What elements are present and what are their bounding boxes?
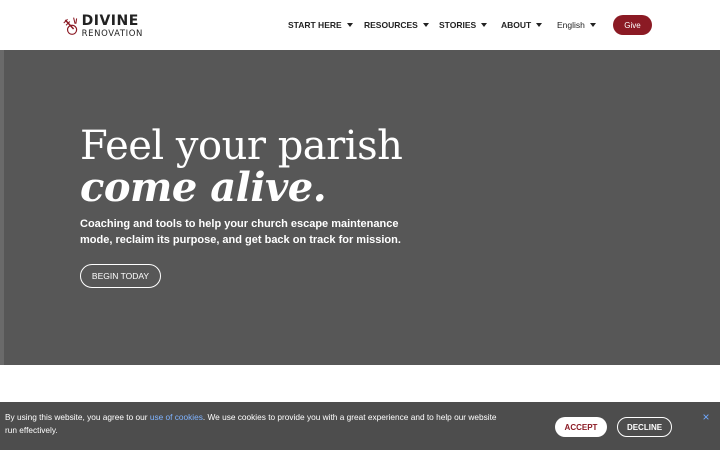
caret-down-icon [422, 23, 429, 27]
caret-down-icon [589, 23, 596, 27]
cookie-message: By using this website, you agree to our … [5, 411, 505, 436]
nav-item-label: STORIES [439, 20, 477, 30]
language-label: English [557, 20, 585, 30]
hero-title: Feel your parish [80, 123, 403, 169]
logo-line2: RENOVATION [81, 28, 143, 39]
language-selector[interactable]: English [557, 17, 596, 33]
nav-item-label: RESOURCES [364, 20, 418, 30]
caret-down-icon [481, 23, 488, 27]
cookie-text-before: By using this website, you agree to our [5, 412, 150, 422]
caret-down-icon [536, 23, 543, 27]
hero-section: Feel your parish come alive. Coaching an… [0, 50, 720, 365]
nav-item-label: START HERE [288, 20, 342, 30]
logo-mark-icon [63, 17, 78, 35]
nav-item-about[interactable]: ABOUT [501, 17, 543, 33]
hero-edge [0, 50, 4, 365]
nav-item-stories[interactable]: STORIES [439, 17, 488, 33]
cookie-policy-link[interactable]: use of cookies [150, 412, 203, 422]
nav-item-label: ABOUT [501, 20, 532, 30]
nav-item-start-here[interactable]: START HERE [288, 17, 353, 33]
site-logo[interactable]: DIVINE RENOVATION [63, 12, 143, 40]
give-button[interactable]: Give [613, 15, 652, 35]
accept-cookies-button[interactable]: ACCEPT [555, 417, 607, 437]
logo-text: DIVINE RENOVATION [82, 14, 143, 39]
begin-today-button[interactable]: BEGIN TODAY [80, 264, 161, 288]
close-icon[interactable]: × [701, 411, 711, 423]
caret-down-icon [346, 23, 353, 27]
logo-line1: DIVINE [81, 12, 139, 29]
cookie-banner: By using this website, you agree to our … [0, 402, 720, 450]
site-header: DIVINE RENOVATION START HERE RESOURCES S… [0, 0, 720, 50]
nav-item-resources[interactable]: RESOURCES [364, 17, 429, 33]
hero-title-emphasis: come alive. [80, 164, 327, 211]
decline-cookies-button[interactable]: DECLINE [617, 417, 672, 437]
hero-subtitle: Coaching and tools to help your church e… [80, 218, 401, 246]
